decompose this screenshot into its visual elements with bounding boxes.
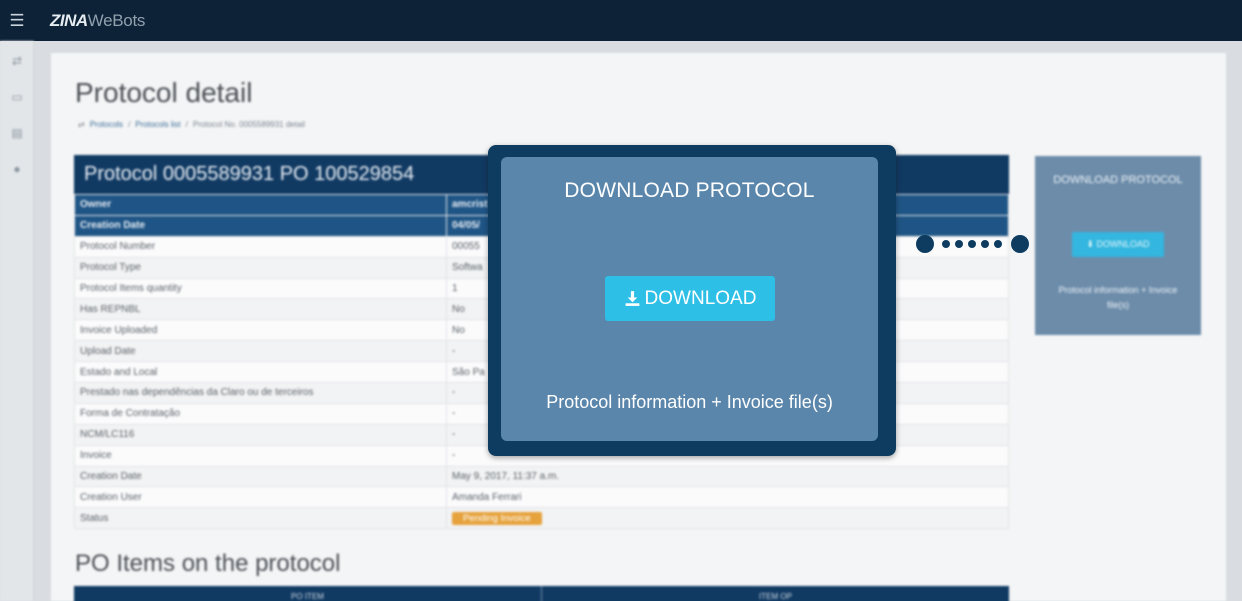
card-description: Protocol information + Invoice file(s) (1058, 285, 1178, 310)
row-label: Protocol Items quantity (74, 277, 447, 300)
document-icon[interactable]: ▤ (0, 115, 34, 151)
page-title: Protocol detail (75, 77, 253, 108)
popup-title: DOWNLOAD PROTOCOL (564, 179, 815, 202)
row-label: Protocol Type (74, 256, 447, 279)
row-label: Prestado nas dependências da Claro ou de… (74, 382, 447, 404)
transfer-icon: ⇄ (78, 120, 85, 129)
breadcrumb-protocols-list[interactable]: Protocols list (135, 120, 180, 129)
row-value: Amanda Ferrari (446, 486, 1009, 509)
row-label: Owner (74, 194, 447, 216)
row-label: Creation Date (74, 465, 447, 488)
row-label: Status (74, 507, 447, 530)
row-label: Invoice (74, 444, 447, 467)
card-download-button[interactable]: ⬇ DOWNLOAD (1072, 232, 1164, 257)
row-value: Pending Invoice (446, 507, 1009, 530)
po-items-title: PO Items on the protocol (75, 550, 341, 577)
row-label: Forma de Contratação (74, 402, 447, 425)
row-label: NCM/LC116 (74, 423, 447, 446)
breadcrumb-protocols[interactable]: Protocols (90, 120, 123, 129)
po-item-column: PO ITEM (74, 586, 542, 601)
breadcrumb-separator: / (128, 120, 131, 129)
app-logo[interactable]: ZINAWeBots (50, 11, 145, 31)
top-navbar: ☰ ZINAWeBots (0, 0, 1242, 41)
row-label: Protocol Number (74, 235, 447, 258)
popup-description: Protocol information + Invoice file(s) (546, 392, 833, 412)
row-label: Upload Date (74, 340, 447, 363)
row-label: Creation Date (74, 214, 447, 237)
item-op-column: ITEM OP (759, 591, 792, 601)
download-protocol-popup: DOWNLOAD PROTOCOL DOWNLOAD Protocol info… (488, 145, 896, 456)
download-protocol-card: DOWNLOAD PROTOCOL ⬇ DOWNLOAD Protocol in… (1035, 156, 1201, 335)
table-row: Status Pending Invoice (74, 507, 1009, 530)
user-icon[interactable]: ● (0, 151, 34, 187)
row-label: Estado and Local (74, 361, 447, 384)
table-row: Creation Date May 9, 2017, 11:37 a.m. (74, 465, 1009, 488)
breadcrumb: ⇄ Protocols / Protocols list / Protocol … (78, 120, 305, 129)
download-button[interactable]: DOWNLOAD (605, 276, 775, 321)
row-label: Invoice Uploaded (74, 319, 447, 342)
row-value: May 9, 2017, 11:37 a.m. (446, 465, 1009, 488)
left-rail: ⇄ ▭ ▤ ● (0, 41, 34, 601)
connector-dots (916, 235, 1029, 253)
download-icon (625, 291, 639, 306)
status-badge: Pending Invoice (452, 511, 542, 525)
po-items-header: PO ITEM ITEM OP (74, 586, 1009, 601)
table-row: Creation User Amanda Ferrari (74, 486, 1009, 509)
breadcrumb-current: Protocol No. 0005589931 detail (192, 120, 305, 129)
hamburger-icon[interactable]: ☰ (0, 0, 34, 41)
transfer-icon[interactable]: ⇄ (0, 43, 34, 79)
money-icon[interactable]: ▭ (0, 79, 34, 115)
row-label: Has REPNBL (74, 298, 447, 321)
row-label: Creation User (74, 486, 447, 509)
breadcrumb-separator: / (185, 120, 188, 129)
card-title: DOWNLOAD PROTOCOL (1053, 174, 1183, 186)
popup-body: DOWNLOAD PROTOCOL DOWNLOAD Protocol info… (501, 157, 878, 441)
download-button-label: DOWNLOAD (644, 287, 757, 309)
